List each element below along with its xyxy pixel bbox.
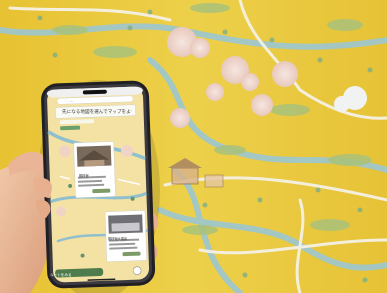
info-card-2 xyxy=(104,210,147,262)
map-prompt-text[interactable]: 先になる地図を選んでマップをよう xyxy=(62,109,132,115)
route-button-label[interactable]: ルートをみる xyxy=(50,273,96,278)
location-icon xyxy=(132,266,142,275)
small-button xyxy=(60,125,81,131)
info-card-1 xyxy=(73,141,116,198)
photo-scene xyxy=(0,0,387,293)
dynamic-island xyxy=(82,89,107,95)
